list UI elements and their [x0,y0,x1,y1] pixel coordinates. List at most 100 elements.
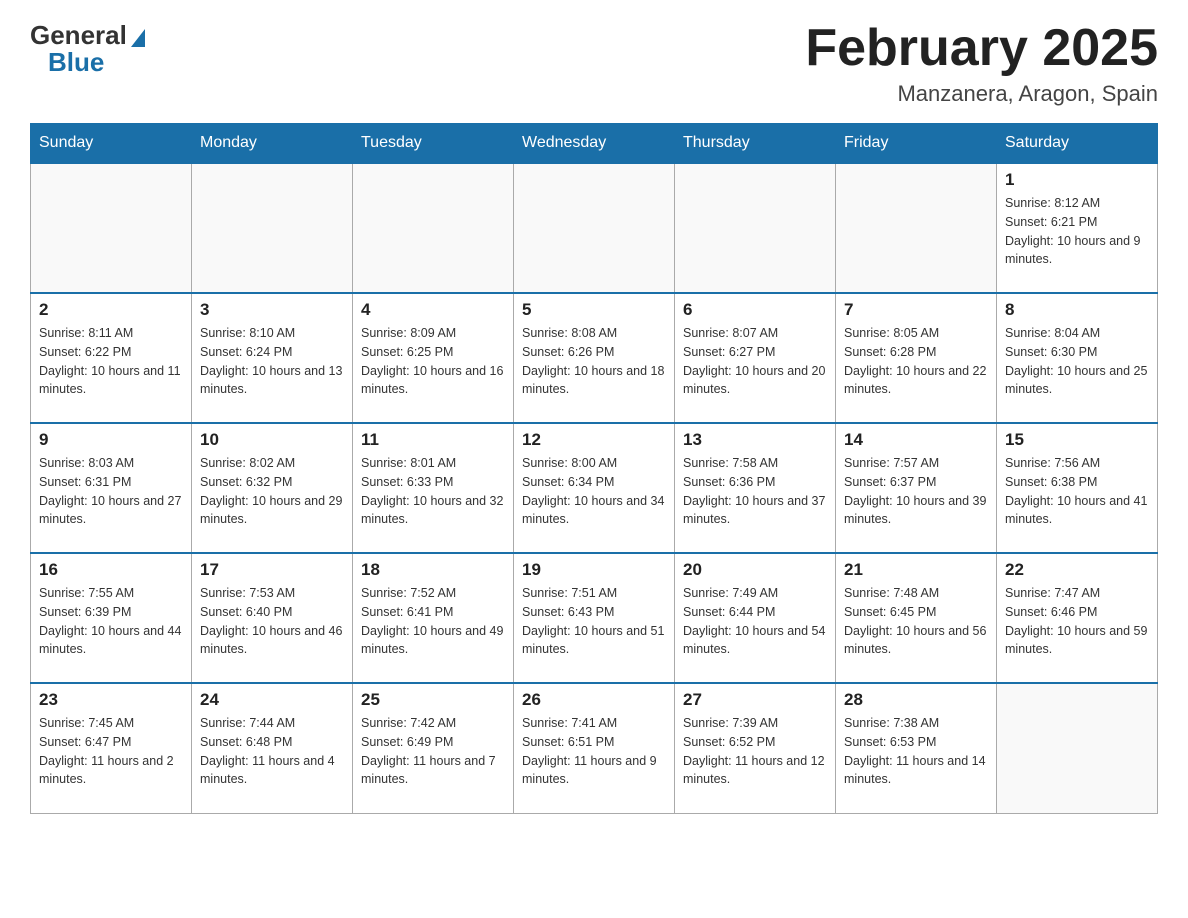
day-number: 18 [361,560,505,580]
calendar-cell: 4 Sunrise: 8:09 AMSunset: 6:25 PMDaylight… [353,293,514,423]
day-info: Sunrise: 8:07 AMSunset: 6:27 PMDaylight:… [683,324,827,399]
calendar-cell: 8 Sunrise: 8:04 AMSunset: 6:30 PMDaylight… [997,293,1158,423]
day-info: Sunrise: 8:11 AMSunset: 6:22 PMDaylight:… [39,324,183,399]
calendar-cell: 20 Sunrise: 7:49 AMSunset: 6:44 PMDayligh… [675,553,836,683]
day-info: Sunrise: 7:42 AMSunset: 6:49 PMDaylight:… [361,714,505,789]
calendar-cell: 27 Sunrise: 7:39 AMSunset: 6:52 PMDayligh… [675,683,836,813]
day-info: Sunrise: 7:52 AMSunset: 6:41 PMDaylight:… [361,584,505,659]
day-number: 13 [683,430,827,450]
calendar-cell: 1 Sunrise: 8:12 AMSunset: 6:21 PMDaylight… [997,163,1158,293]
calendar-cell: 21 Sunrise: 7:48 AMSunset: 6:45 PMDayligh… [836,553,997,683]
calendar-cell [31,163,192,293]
calendar-cell [353,163,514,293]
week-row-2: 2 Sunrise: 8:11 AMSunset: 6:22 PMDaylight… [31,293,1158,423]
day-number: 3 [200,300,344,320]
day-info: Sunrise: 8:00 AMSunset: 6:34 PMDaylight:… [522,454,666,529]
week-row-1: 1 Sunrise: 8:12 AMSunset: 6:21 PMDaylight… [31,163,1158,293]
day-number: 2 [39,300,183,320]
week-row-3: 9 Sunrise: 8:03 AMSunset: 6:31 PMDaylight… [31,423,1158,553]
weekday-header-tuesday: Tuesday [353,124,514,164]
calendar-cell [836,163,997,293]
day-info: Sunrise: 8:04 AMSunset: 6:30 PMDaylight:… [1005,324,1149,399]
day-info: Sunrise: 7:38 AMSunset: 6:53 PMDaylight:… [844,714,988,789]
weekday-header-thursday: Thursday [675,124,836,164]
day-info: Sunrise: 8:05 AMSunset: 6:28 PMDaylight:… [844,324,988,399]
calendar-cell: 12 Sunrise: 8:00 AMSunset: 6:34 PMDayligh… [514,423,675,553]
week-row-4: 16 Sunrise: 7:55 AMSunset: 6:39 PMDayligh… [31,553,1158,683]
logo-blue-text: Blue [48,47,104,78]
weekday-header-row: SundayMondayTuesdayWednesdayThursdayFrid… [31,124,1158,164]
calendar-cell: 10 Sunrise: 8:02 AMSunset: 6:32 PMDayligh… [192,423,353,553]
calendar-cell: 25 Sunrise: 7:42 AMSunset: 6:49 PMDayligh… [353,683,514,813]
day-number: 8 [1005,300,1149,320]
day-number: 16 [39,560,183,580]
weekday-header-monday: Monday [192,124,353,164]
calendar-cell: 24 Sunrise: 7:44 AMSunset: 6:48 PMDayligh… [192,683,353,813]
month-title: February 2025 [805,20,1158,77]
calendar-cell [675,163,836,293]
day-number: 21 [844,560,988,580]
day-number: 1 [1005,170,1149,190]
day-info: Sunrise: 8:01 AMSunset: 6:33 PMDaylight:… [361,454,505,529]
day-number: 5 [522,300,666,320]
day-info: Sunrise: 7:41 AMSunset: 6:51 PMDaylight:… [522,714,666,789]
weekday-header-friday: Friday [836,124,997,164]
day-info: Sunrise: 7:48 AMSunset: 6:45 PMDaylight:… [844,584,988,659]
day-info: Sunrise: 7:39 AMSunset: 6:52 PMDaylight:… [683,714,827,789]
calendar-table: SundayMondayTuesdayWednesdayThursdayFrid… [30,123,1158,814]
calendar-cell: 3 Sunrise: 8:10 AMSunset: 6:24 PMDaylight… [192,293,353,423]
day-info: Sunrise: 8:12 AMSunset: 6:21 PMDaylight:… [1005,194,1149,269]
day-number: 20 [683,560,827,580]
day-info: Sunrise: 8:03 AMSunset: 6:31 PMDaylight:… [39,454,183,529]
calendar-cell: 23 Sunrise: 7:45 AMSunset: 6:47 PMDayligh… [31,683,192,813]
day-info: Sunrise: 8:09 AMSunset: 6:25 PMDaylight:… [361,324,505,399]
calendar-cell: 2 Sunrise: 8:11 AMSunset: 6:22 PMDaylight… [31,293,192,423]
day-number: 22 [1005,560,1149,580]
page-header: General Blue February 2025 Manzanera, Ar… [30,20,1158,107]
day-info: Sunrise: 7:47 AMSunset: 6:46 PMDaylight:… [1005,584,1149,659]
weekday-header-sunday: Sunday [31,124,192,164]
day-info: Sunrise: 7:55 AMSunset: 6:39 PMDaylight:… [39,584,183,659]
day-number: 11 [361,430,505,450]
day-info: Sunrise: 7:51 AMSunset: 6:43 PMDaylight:… [522,584,666,659]
calendar-cell: 18 Sunrise: 7:52 AMSunset: 6:41 PMDayligh… [353,553,514,683]
calendar-cell: 9 Sunrise: 8:03 AMSunset: 6:31 PMDaylight… [31,423,192,553]
day-info: Sunrise: 7:49 AMSunset: 6:44 PMDaylight:… [683,584,827,659]
calendar-cell: 28Sunrise: 7:38 AMSunset: 6:53 PMDayligh… [836,683,997,813]
day-info: Sunrise: 7:44 AMSunset: 6:48 PMDaylight:… [200,714,344,789]
day-number: 24 [200,690,344,710]
calendar-cell: 19 Sunrise: 7:51 AMSunset: 6:43 PMDayligh… [514,553,675,683]
day-info: Sunrise: 8:10 AMSunset: 6:24 PMDaylight:… [200,324,344,399]
day-number: 12 [522,430,666,450]
day-number: 23 [39,690,183,710]
calendar-cell: 15 Sunrise: 7:56 AMSunset: 6:38 PMDayligh… [997,423,1158,553]
logo-triangle-icon [131,29,145,47]
day-number: 26 [522,690,666,710]
day-info: Sunrise: 7:58 AMSunset: 6:36 PMDaylight:… [683,454,827,529]
day-info: Sunrise: 7:57 AMSunset: 6:37 PMDaylight:… [844,454,988,529]
calendar-cell: 22 Sunrise: 7:47 AMSunset: 6:46 PMDayligh… [997,553,1158,683]
logo: General Blue [30,20,145,78]
day-number: 15 [1005,430,1149,450]
day-number: 9 [39,430,183,450]
calendar-cell [997,683,1158,813]
day-info: Sunrise: 7:56 AMSunset: 6:38 PMDaylight:… [1005,454,1149,529]
day-info: Sunrise: 7:53 AMSunset: 6:40 PMDaylight:… [200,584,344,659]
day-number: 19 [522,560,666,580]
day-number: 14 [844,430,988,450]
calendar-cell: 7 Sunrise: 8:05 AMSunset: 6:28 PMDaylight… [836,293,997,423]
day-number: 4 [361,300,505,320]
weekday-header-wednesday: Wednesday [514,124,675,164]
day-number: 27 [683,690,827,710]
calendar-cell: 13 Sunrise: 7:58 AMSunset: 6:36 PMDayligh… [675,423,836,553]
calendar-cell [514,163,675,293]
day-number: 10 [200,430,344,450]
calendar-cell: 16 Sunrise: 7:55 AMSunset: 6:39 PMDayligh… [31,553,192,683]
day-info: Sunrise: 7:45 AMSunset: 6:47 PMDaylight:… [39,714,183,789]
day-number: 7 [844,300,988,320]
calendar-cell: 17 Sunrise: 7:53 AMSunset: 6:40 PMDayligh… [192,553,353,683]
day-info: Sunrise: 8:08 AMSunset: 6:26 PMDaylight:… [522,324,666,399]
day-number: 25 [361,690,505,710]
day-number: 17 [200,560,344,580]
day-info: Sunrise: 8:02 AMSunset: 6:32 PMDaylight:… [200,454,344,529]
